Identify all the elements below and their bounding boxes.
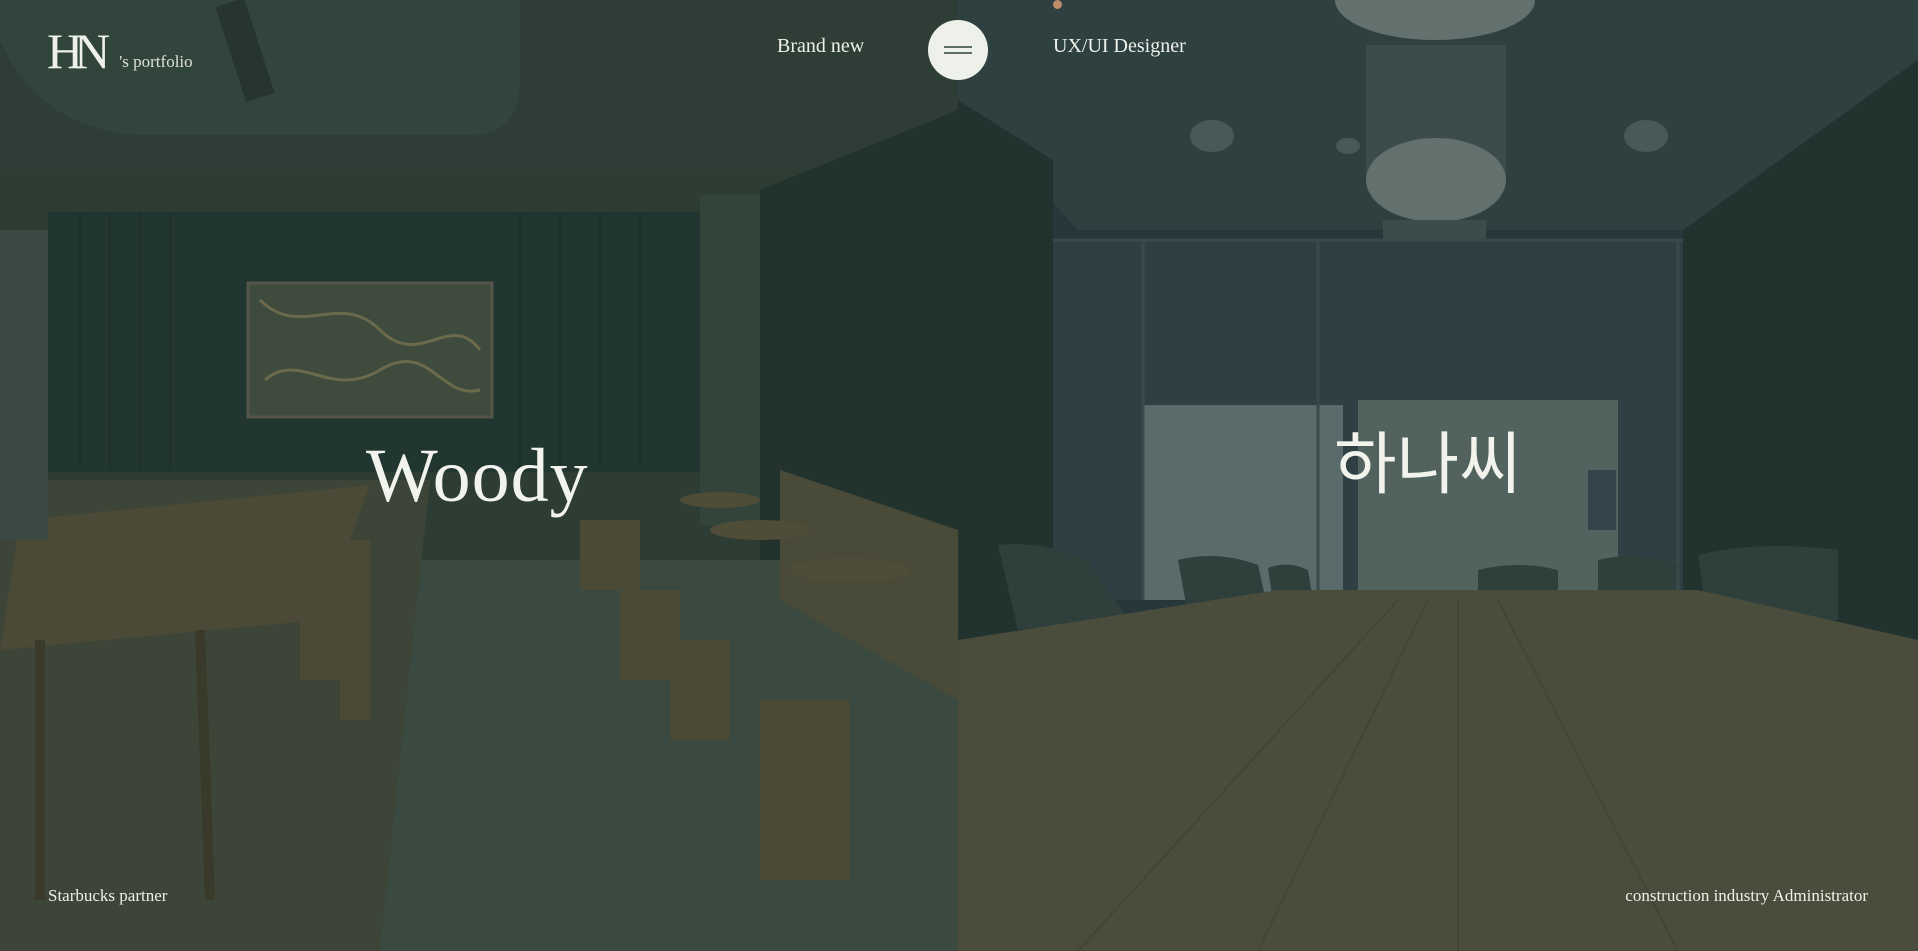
menu-button[interactable]	[928, 20, 988, 80]
left-hero-title: Woody	[366, 434, 589, 518]
right-caption: construction industry Administrator	[1625, 886, 1868, 905]
left-caption: Starbucks partner	[48, 886, 168, 905]
logo-link[interactable]: HN 's portfolio	[47, 26, 193, 76]
logo-mark: HN	[47, 23, 110, 79]
nav-ux-ui-designer[interactable]: UX/UI Designer	[1053, 35, 1186, 58]
nav-brand-new[interactable]: Brand new	[777, 35, 864, 58]
hamburger-icon	[944, 46, 972, 48]
right-hero-title: 하나씨	[1334, 426, 1522, 505]
logo-subtitle: 's portfolio	[119, 52, 193, 71]
hamburger-icon-line	[944, 52, 972, 54]
accent-dot	[1053, 0, 1062, 9]
